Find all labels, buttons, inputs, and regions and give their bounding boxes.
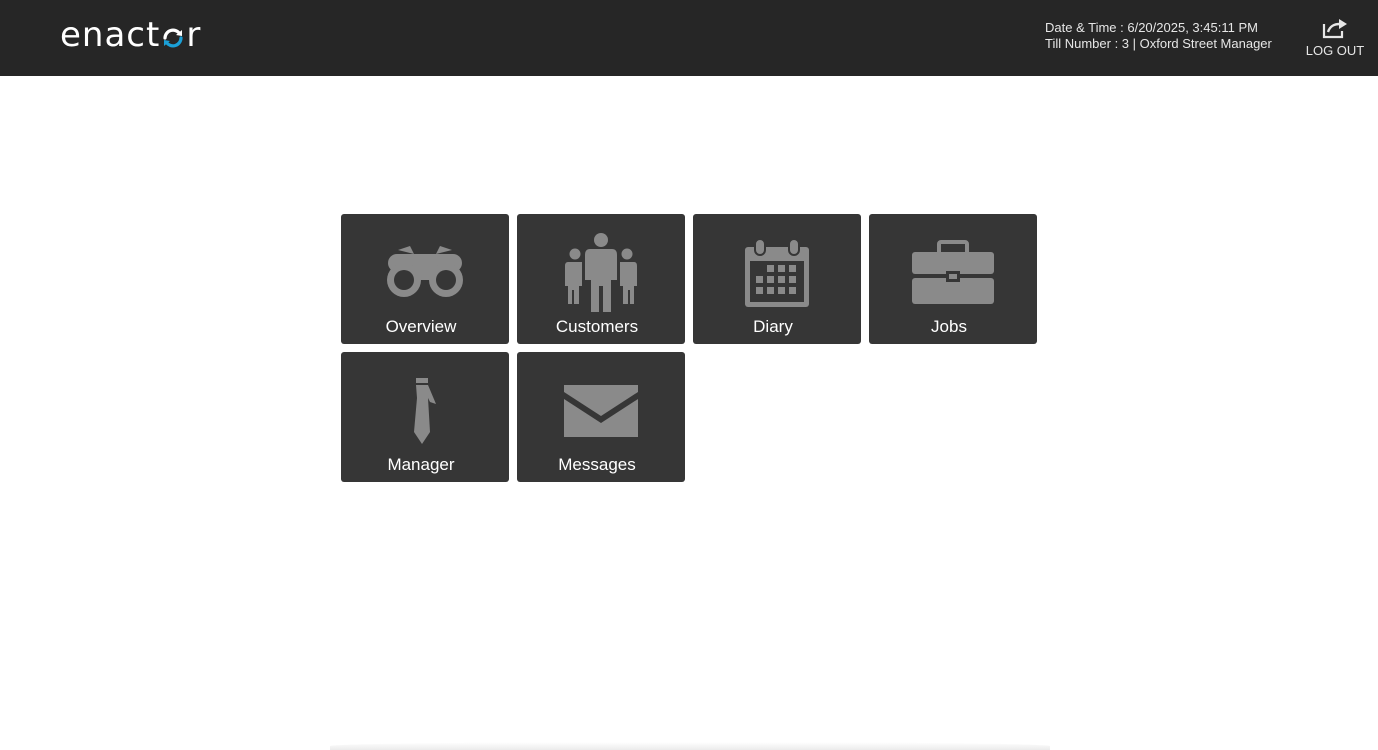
top-bar: enact r Date & Time : 6/20/2025, 3:45:11… [0,0,1378,76]
datetime-text: Date & Time : 6/20/2025, 3:45:11 PM [1045,20,1258,35]
tile-manager[interactable]: Manager [341,352,509,482]
tile-overview[interactable]: Overview [341,214,509,344]
logout-button[interactable]: LOG OUT [1300,14,1370,64]
session-info: Date & Time : 6/20/2025, 3:45:11 PM Till… [1045,20,1272,52]
tile-label-messages: Messages [558,455,636,474]
logo-text-right: r [186,15,202,55]
tile-label-diary: Diary [753,317,793,336]
briefcase-icon [869,234,1037,312]
tile-diary[interactable]: Diary [693,214,861,344]
logo-text-left: enact [60,15,161,55]
envelope-icon [517,372,685,450]
people-group-icon [517,233,685,312]
share-export-icon [1322,19,1347,39]
logout-label: LOG OUT [1305,43,1365,58]
logo-refresh-mark [163,28,183,48]
till-text: Till Number : 3 | Oxford Street Manager [1045,36,1272,51]
binoculars-icon [341,234,509,312]
bottom-panel-shadow [330,742,1050,750]
tile-label-manager: Manager [387,455,455,474]
tile-customers[interactable]: Customers [517,214,685,344]
tile-label-overview: Overview [385,317,457,336]
calendar-icon [693,234,861,312]
tile-messages[interactable]: Messages [517,352,685,482]
tile-label-customers: Customers [555,317,639,336]
tile-label-jobs: Jobs [931,317,967,336]
enactor-logo: enact r [60,13,201,57]
tile-jobs[interactable]: Jobs [869,214,1037,344]
tie-icon [341,372,509,450]
